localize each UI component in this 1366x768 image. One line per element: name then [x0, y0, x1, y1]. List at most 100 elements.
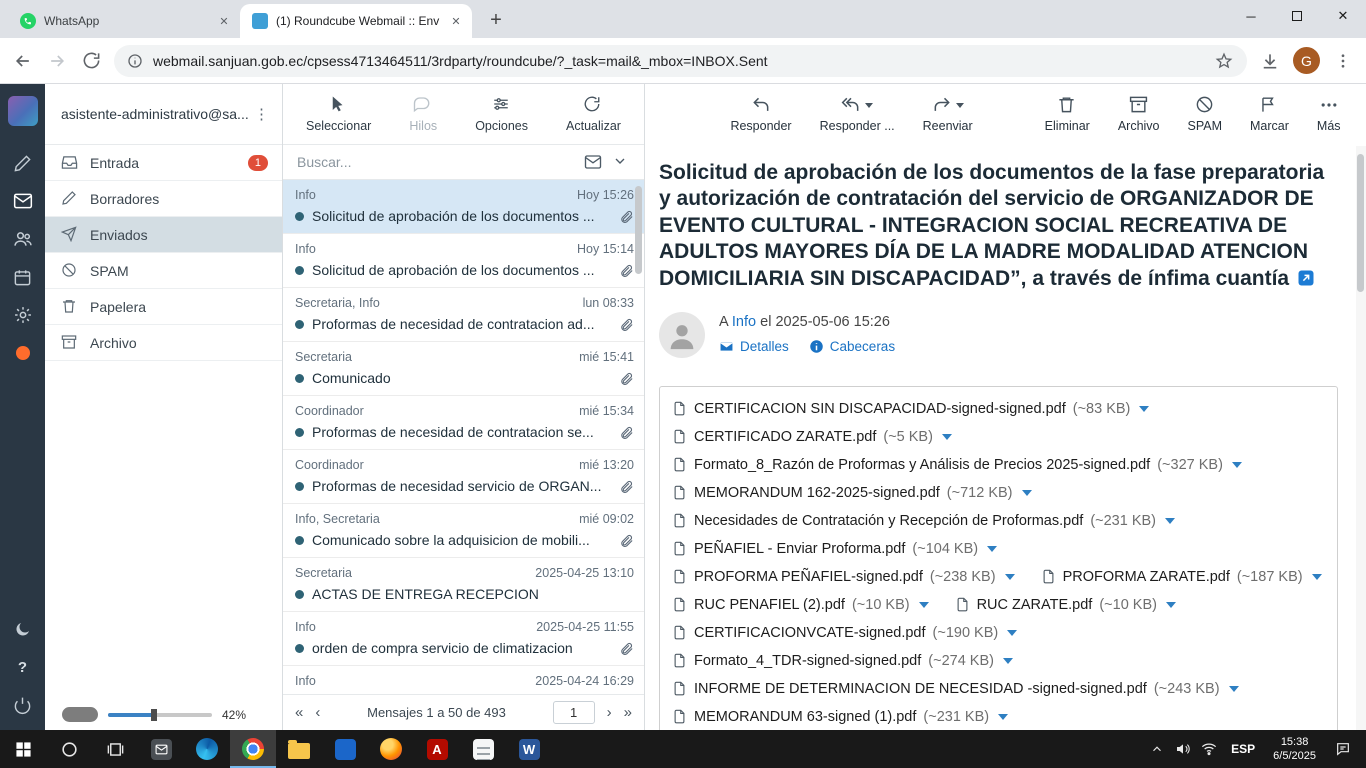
settings-gear-icon[interactable] [7, 300, 39, 330]
search-scope-mail-icon[interactable] [584, 153, 602, 171]
message-list-item[interactable]: Secretaria mié 15:41 Comunicado [283, 342, 644, 396]
folder-papelera[interactable]: Papelera [45, 289, 282, 325]
acrobat-icon[interactable]: A [414, 730, 460, 768]
message-list-item[interactable]: Coordinador mié 15:34 Proformas de neces… [283, 396, 644, 450]
more-button[interactable]: Más [1306, 95, 1352, 133]
attachment-item[interactable]: MEMORANDUM 63-signed (1).pdf (~231 KB) [672, 705, 1008, 728]
attachment-menu-caret-icon[interactable] [1022, 490, 1032, 496]
folder-archivo[interactable]: Archivo [45, 325, 282, 361]
tab-whatsapp[interactable]: WhatsApp ✕ [8, 4, 240, 38]
zoom-slider-handle[interactable] [151, 709, 157, 721]
headers-link[interactable]: Cabeceras [809, 339, 895, 354]
recipient-link[interactable]: Info [732, 314, 756, 330]
attachment-item[interactable]: CERTIFICACIONVCATE-signed.pdf (~190 KB) [672, 621, 1017, 644]
folder-enviados[interactable]: Enviados [45, 217, 282, 253]
external-link-icon[interactable] [1297, 268, 1315, 294]
folder-entrada[interactable]: Entrada 1 [45, 145, 282, 181]
spam-button[interactable]: SPAM [1177, 95, 1234, 133]
document-app-icon[interactable] [460, 730, 506, 768]
forward-button[interactable]: Reenviar [912, 95, 984, 133]
blue-app-icon[interactable] [322, 730, 368, 768]
search-icon[interactable] [46, 730, 92, 768]
attachment-menu-caret-icon[interactable] [1139, 406, 1149, 412]
site-info-icon[interactable] [126, 52, 143, 69]
calendar-icon[interactable] [7, 262, 39, 292]
task-view-icon[interactable] [92, 730, 138, 768]
attachment-item[interactable]: RUC ZARATE.pdf (~10 KB) [955, 593, 1176, 616]
window-minimize-button[interactable]: ─ [1228, 0, 1274, 32]
tray-chevron-up-icon[interactable] [1144, 730, 1170, 768]
attachment-menu-caret-icon[interactable] [1312, 574, 1322, 580]
select-button[interactable]: Seleccionar [302, 95, 375, 133]
delete-button[interactable]: Eliminar [1034, 95, 1101, 133]
message-list-item[interactable]: Coordinador mié 13:20 Proformas de neces… [283, 450, 644, 504]
attachment-menu-caret-icon[interactable] [1007, 630, 1017, 636]
list-scrollbar-thumb[interactable] [635, 186, 642, 274]
bookmark-star-icon[interactable] [1213, 50, 1235, 72]
threads-button[interactable]: Hilos [405, 95, 441, 133]
contacts-icon[interactable] [7, 224, 39, 254]
tab-roundcube[interactable]: (1) Roundcube Webmail :: Envia ✕ [240, 4, 472, 38]
zoom-slider[interactable] [108, 713, 212, 717]
folder-borradores[interactable]: Borradores [45, 181, 282, 217]
chevron-down-icon[interactable] [956, 103, 964, 108]
notification-center-icon[interactable] [1325, 730, 1361, 768]
message-list-item[interactable]: Secretaria, Info lun 08:33 Proformas de … [283, 288, 644, 342]
attachment-menu-caret-icon[interactable] [987, 546, 997, 552]
firefox-icon[interactable] [368, 730, 414, 768]
attachment-menu-caret-icon[interactable] [1003, 658, 1013, 664]
taskbar-clock[interactable]: 15:38 6/5/2025 [1264, 735, 1325, 764]
attachment-item[interactable]: RUC PENAFIEL (2).pdf (~10 KB) [672, 593, 929, 616]
attachment-item[interactable]: CERTIFICADO ZARATE.pdf (~5 KB) [672, 425, 952, 448]
account-menu-icon[interactable]: ⋮ [254, 105, 270, 123]
help-icon[interactable]: ? [7, 652, 39, 682]
attachment-item[interactable]: Necesidades de Contratación y Recepción … [672, 509, 1175, 532]
mail-icon[interactable] [7, 186, 39, 216]
network-wifi-icon[interactable] [1196, 730, 1222, 768]
tab-close-icon[interactable]: ✕ [216, 13, 232, 29]
attachment-item[interactable]: CERTIFICACION SIN DISCAPACIDAD-signed-si… [672, 397, 1149, 420]
edge-icon[interactable] [184, 730, 230, 768]
back-icon[interactable] [12, 50, 34, 72]
message-list-item[interactable]: Info Hoy 15:26 Solicitud de aprobación d… [283, 180, 644, 234]
profile-avatar[interactable]: G [1293, 47, 1320, 74]
browser-menu-icon[interactable] [1332, 50, 1354, 72]
attachment-menu-caret-icon[interactable] [998, 714, 1008, 720]
file-explorer-icon[interactable] [276, 730, 322, 768]
refresh-icon[interactable] [80, 50, 102, 72]
message-list-item[interactable]: Info 2025-04-25 11:55 orden de compra se… [283, 612, 644, 666]
attachment-menu-caret-icon[interactable] [942, 434, 952, 440]
last-page-button[interactable]: » [624, 705, 632, 720]
message-list-item[interactable]: Secretaria 2025-04-25 13:10 ACTAS DE ENT… [283, 558, 644, 612]
tab-close-icon[interactable]: ✕ [448, 13, 464, 29]
next-page-button[interactable]: › [607, 705, 612, 720]
details-link[interactable]: Detalles [719, 339, 789, 354]
message-list-item[interactable]: Info 2025-04-24 16:29 [283, 666, 644, 694]
attachment-item[interactable]: PROFORMA PEÑAFIEL-signed.pdf (~238 KB) [672, 565, 1015, 588]
folder-spam[interactable]: SPAM [45, 253, 282, 289]
attachment-menu-caret-icon[interactable] [1229, 686, 1239, 692]
attachment-item[interactable]: INFORME DE DETERMINACION DE NECESIDAD -s… [672, 677, 1239, 700]
refresh-button[interactable]: Actualizar [562, 95, 625, 133]
chrome-icon[interactable] [230, 730, 276, 768]
mail-app-icon[interactable] [138, 730, 184, 768]
start-button[interactable] [0, 730, 46, 768]
search-options-chevron-icon[interactable] [612, 153, 630, 171]
attachment-menu-caret-icon[interactable] [1165, 518, 1175, 524]
url-bar[interactable]: webmail.sanjuan.gob.ec/cpsess4713464511/… [114, 45, 1247, 77]
attachment-item[interactable]: MEMORANDUM 162-2025-signed.pdf (~712 KB) [672, 481, 1032, 504]
mark-button[interactable]: Marcar [1239, 95, 1300, 133]
window-maximize-button[interactable] [1274, 0, 1320, 32]
word-icon[interactable]: W [506, 730, 552, 768]
options-button[interactable]: Opciones [471, 95, 532, 133]
message-list-item[interactable]: Info Hoy 15:14 Solicitud de aprobación d… [283, 234, 644, 288]
zoom-grip-icon[interactable] [62, 707, 98, 722]
attachment-menu-caret-icon[interactable] [1005, 574, 1015, 580]
page-number-input[interactable] [553, 701, 595, 724]
attachment-menu-caret-icon[interactable] [1232, 462, 1242, 468]
previous-page-button[interactable]: ‹ [315, 705, 320, 720]
reply-button[interactable]: Responder [719, 95, 802, 133]
cpanel-icon[interactable] [7, 338, 39, 368]
compose-icon[interactable] [7, 148, 39, 178]
message-scrollbar-thumb[interactable] [1357, 154, 1364, 292]
